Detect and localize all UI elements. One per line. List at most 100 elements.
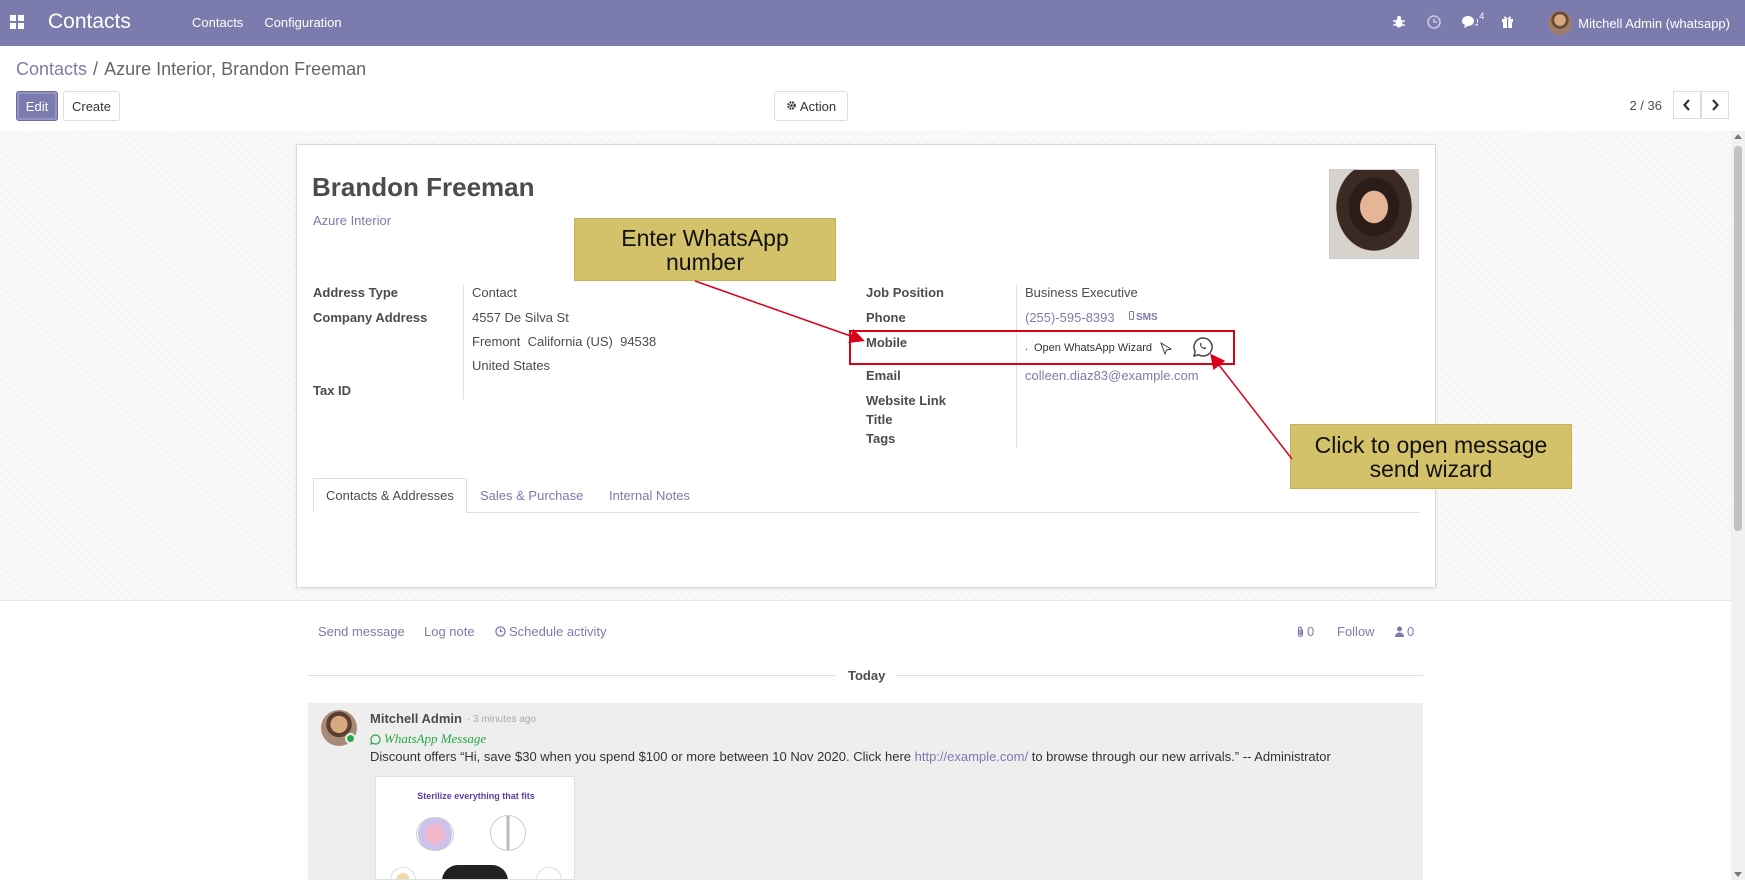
- mobile-phone-icon: [1129, 311, 1134, 323]
- attachment-product-1: [416, 817, 454, 851]
- sms-button[interactable]: SMS: [1129, 311, 1158, 323]
- follow-button[interactable]: Follow: [1337, 624, 1375, 639]
- country-value: United States: [472, 358, 551, 373]
- mobile-field-highlight: [849, 330, 1235, 365]
- breadcrumb: Contacts / Azure Interior, Brandon Freeman: [16, 59, 366, 80]
- action-dropdown-button[interactable]: Action: [774, 91, 848, 121]
- notebook-tabs: Contacts & Addresses Sales & Purchase In…: [313, 478, 1419, 513]
- page-scrollbar[interactable]: [1731, 131, 1745, 880]
- messaging-counter-badge: 4: [1479, 10, 1485, 21]
- sms-label: SMS: [1136, 311, 1158, 323]
- partner-name: Brandon Freeman: [312, 172, 535, 202]
- address-type-label: Address Type: [313, 285, 399, 300]
- activity-clock-icon[interactable]: [1427, 14, 1442, 32]
- clock-icon: [495, 626, 506, 637]
- user-icon: [1395, 626, 1404, 637]
- scroll-up-arrow-icon[interactable]: [1734, 134, 1742, 139]
- right-group-divider: [1016, 284, 1017, 448]
- email-link[interactable]: colleen.diaz83@example.com: [1025, 368, 1199, 383]
- breadcrumb-separator: /: [93, 59, 99, 79]
- breadcrumb-contacts-link[interactable]: Contacts: [16, 59, 87, 79]
- online-status-indicator: [345, 733, 356, 744]
- scroll-down-arrow-icon[interactable]: [1734, 872, 1742, 877]
- attachment-product-5: [536, 867, 562, 879]
- send-message-button[interactable]: Send message: [318, 624, 405, 639]
- whatsapp-small-icon: [370, 733, 381, 745]
- message-subtype-label: WhatsApp Message: [384, 731, 487, 746]
- main-menu: Contacts Configuration: [192, 15, 342, 30]
- attachment-product-4: [390, 867, 416, 879]
- street-value: 4557 De Silva St: [472, 310, 569, 325]
- tags-label: Tags: [866, 431, 896, 446]
- website-link-label: Website Link: [866, 393, 946, 408]
- message-time: - 3 minutes ago: [467, 714, 536, 725]
- message-body: Discount offers “Hi, save $30 when you s…: [370, 749, 1331, 764]
- debug-bug-icon[interactable]: [1393, 15, 1406, 31]
- tab-internal-notes[interactable]: Internal Notes: [609, 478, 690, 513]
- user-name: Mitchell Admin (whatsapp): [1578, 15, 1730, 31]
- attachments-button[interactable]: 0: [1296, 624, 1314, 639]
- job-position-label: Job Position: [866, 285, 944, 300]
- today-separator-right: [896, 675, 1423, 676]
- callout-enter-whatsapp-number: Enter WhatsApp number: [574, 218, 836, 281]
- title-label: Title: [866, 412, 893, 427]
- company-address-label: Company Address: [313, 310, 428, 325]
- create-button[interactable]: Create: [63, 91, 120, 121]
- address-type-value: Contact: [472, 285, 517, 300]
- form-sheet: [296, 144, 1436, 588]
- menu-contacts[interactable]: Contacts: [192, 15, 243, 30]
- phone-link[interactable]: (255)-595-8393: [1025, 310, 1115, 325]
- city-line-value: Fremont California (US) 94538: [472, 334, 657, 349]
- partner-photo[interactable]: [1329, 169, 1419, 259]
- attachments-count: 0: [1307, 624, 1315, 639]
- callout-enter-text: Enter WhatsApp number: [621, 224, 789, 275]
- top-navbar: Contacts Contacts Configuration 4 Mitche…: [0, 0, 1745, 46]
- paperclip-icon: [1297, 626, 1304, 637]
- pager-previous-button[interactable]: [1673, 91, 1701, 119]
- tab-sales-purchase[interactable]: Sales & Purchase: [480, 478, 583, 513]
- user-menu[interactable]: Mitchell Admin (whatsapp): [1548, 11, 1730, 35]
- menu-configuration[interactable]: Configuration: [264, 15, 341, 30]
- schedule-activity-label: Schedule activity: [509, 624, 607, 639]
- systray: 4 Mitchell Admin (whatsapp): [1393, 0, 1745, 46]
- phone-label: Phone: [866, 310, 906, 325]
- job-position-value: Business Executive: [1025, 285, 1138, 300]
- create-button-label: Create: [71, 98, 112, 114]
- attachment-image-title: Sterilize everything that fits: [417, 791, 535, 801]
- message-attachment-image[interactable]: Sterilize everything that fits: [375, 776, 575, 880]
- pager-value[interactable]: 2 / 36: [1629, 98, 1662, 113]
- gift-icon[interactable]: [1501, 15, 1514, 31]
- followers-count: 0: [1407, 624, 1415, 639]
- schedule-activity-button[interactable]: Schedule activity: [495, 624, 607, 639]
- user-avatar: [1548, 11, 1573, 35]
- message-body-text-start: Discount offers “Hi, save $30 when you s…: [370, 749, 912, 764]
- apps-menu-icon[interactable]: [10, 15, 24, 29]
- pager-next-button[interactable]: [1701, 91, 1729, 119]
- today-label: Today: [848, 668, 886, 683]
- log-note-button[interactable]: Log note: [424, 624, 475, 639]
- message-body-link[interactable]: http://example.com/: [915, 749, 1028, 764]
- scroll-thumb[interactable]: [1734, 146, 1742, 531]
- app-brand[interactable]: Contacts: [48, 10, 131, 34]
- tax-id-label: Tax ID: [313, 383, 352, 398]
- edit-button[interactable]: Edit: [16, 91, 58, 121]
- breadcrumb-current: Azure Interior, Brandon Freeman: [104, 59, 367, 79]
- chevron-left-icon: [1683, 99, 1690, 111]
- attachment-product-3: [442, 865, 508, 879]
- company-link[interactable]: Azure Interior: [313, 213, 391, 228]
- action-label: Action: [799, 98, 837, 114]
- attachment-product-2: [490, 815, 526, 851]
- today-separator-left: [308, 675, 835, 676]
- left-group-divider: [463, 284, 464, 399]
- message-subtype: WhatsApp Message: [370, 731, 486, 747]
- email-label: Email: [866, 368, 901, 383]
- tab-contacts-addresses[interactable]: Contacts & Addresses: [313, 478, 467, 513]
- chevron-right-icon: [1712, 99, 1719, 111]
- gear-icon: [786, 99, 797, 114]
- callout-wizard-text: Click to open message send wizard: [1314, 431, 1548, 482]
- followers-button[interactable]: 0: [1395, 624, 1414, 639]
- message-author[interactable]: Mitchell Admin: [370, 711, 462, 726]
- messaging-icon[interactable]: 4: [1461, 11, 1484, 32]
- edit-button-label: Edit: [25, 98, 49, 114]
- message-body-text-end: to browse through our new arrivals.” -- …: [1031, 749, 1331, 764]
